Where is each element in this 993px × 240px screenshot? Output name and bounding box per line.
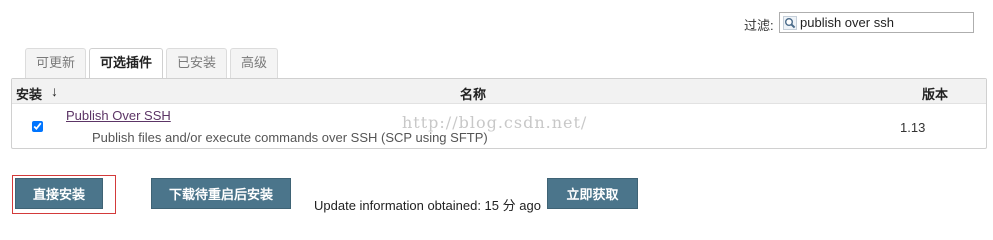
install-checkbox[interactable] [32, 121, 43, 132]
filter-box[interactable] [779, 12, 974, 33]
tab-advanced[interactable]: 高级 [230, 48, 279, 78]
watermark: http://blog.csdn.net/ [402, 113, 588, 132]
sort-arrow-icon[interactable]: ↓ [51, 83, 58, 99]
filter-input[interactable] [797, 13, 967, 32]
plugin-description: Publish files and/or execute commands ov… [92, 130, 488, 145]
plugin-name-link[interactable]: Publish Over SSH [66, 108, 171, 123]
plugin-tabs: 可更新 可选插件 已安装 高级 [25, 48, 281, 78]
column-header-install[interactable]: 安装 [16, 84, 42, 103]
fetch-now-button[interactable]: 立即获取 [547, 178, 638, 209]
search-icon [783, 15, 797, 30]
install-now-button[interactable]: 直接安装 [15, 178, 103, 209]
tab-installed[interactable]: 已安装 [166, 48, 228, 78]
plugin-version: 1.13 [900, 120, 926, 135]
column-header-name[interactable]: 名称 [460, 84, 486, 103]
download-restart-button[interactable]: 下载待重启后安装 [151, 178, 291, 209]
table-header: 安装 ↓ 名称 版本 [12, 79, 986, 104]
tab-available[interactable]: 可选插件 [89, 48, 164, 78]
filter-label: 过滤: [744, 18, 774, 33]
column-header-version[interactable]: 版本 [922, 84, 948, 103]
update-info-text: Update information obtained: 15 分 ago [314, 198, 541, 213]
tab-updates[interactable]: 可更新 [25, 48, 87, 78]
